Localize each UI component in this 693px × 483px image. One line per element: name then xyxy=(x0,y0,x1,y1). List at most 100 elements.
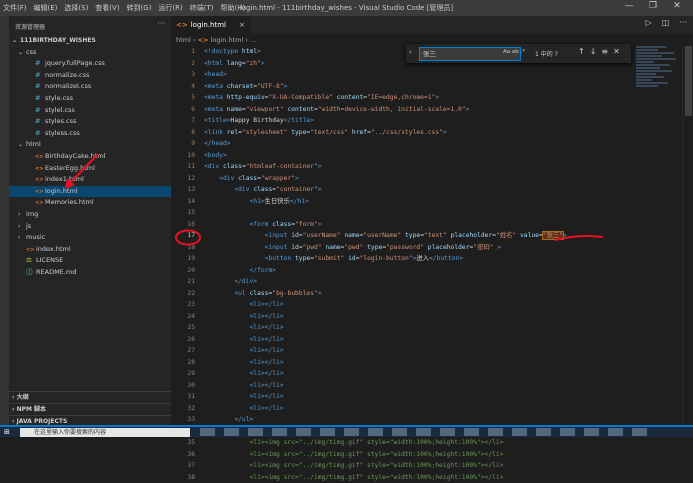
tree-item[interactable]: #normalize.css xyxy=(9,70,171,82)
next-match-icon[interactable]: ↓ xyxy=(590,47,597,56)
code-line: <li></li> xyxy=(204,322,624,334)
breadcrumb-tail[interactable]: › ... xyxy=(245,36,256,44)
start-icon[interactable]: ⊞ xyxy=(4,428,10,436)
taskbar-app-icon[interactable] xyxy=(392,428,407,436)
tree-item[interactable]: #normalizel.css xyxy=(9,81,171,93)
code-token: <html xyxy=(204,60,227,67)
outline-label: 大纲 xyxy=(17,394,29,401)
tree-item[interactable]: #styless.css xyxy=(9,128,171,140)
tab-login-html[interactable]: <>login.html × xyxy=(171,16,251,34)
taskbar-app-icon[interactable] xyxy=(248,428,263,436)
close-window-button[interactable]: ✕ xyxy=(665,1,689,11)
code-token: <meta xyxy=(204,106,227,113)
find-options[interactable]: Aa ab .* xyxy=(503,49,525,55)
taskbar-app-icon[interactable] xyxy=(488,428,503,436)
code-line: <body> xyxy=(204,150,624,162)
find-in-selection-icon[interactable]: ≡ xyxy=(601,47,608,56)
chevron-right-icon: › xyxy=(18,209,26,221)
tree-item[interactable]: <>Memories.html xyxy=(9,197,171,209)
code-token: href xyxy=(352,129,367,136)
taskbar-app-icon[interactable] xyxy=(560,428,575,436)
code-token: <input xyxy=(265,232,292,239)
toggle-replace-icon[interactable]: › xyxy=(409,48,412,56)
tree-item[interactable]: #jquery.fullPage.css xyxy=(9,58,171,70)
code-token: <li></li> xyxy=(250,393,284,400)
taskbar-app-icon[interactable] xyxy=(344,428,359,436)
more-actions-icon[interactable]: ··· xyxy=(679,18,687,27)
line-number: 20 xyxy=(171,265,195,277)
npm-scripts-section[interactable]: › NPM 脚本 xyxy=(9,403,174,415)
code-line: <meta charset="UTF-8"> xyxy=(204,81,624,93)
workspace-root[interactable]: ⌄111BIRTHDAY_WISHES xyxy=(9,35,171,47)
minimap[interactable] xyxy=(636,46,681,106)
taskbar-app-icon[interactable] xyxy=(224,428,239,436)
minimize-button[interactable]: — xyxy=(617,1,641,11)
taskbar-app-icon[interactable] xyxy=(632,428,647,436)
line-number: 12 xyxy=(171,173,195,185)
tree-item-label: README.md xyxy=(36,268,76,276)
tree-item[interactable]: ›img xyxy=(9,209,171,221)
tree-item[interactable]: ⚖LICENSE xyxy=(9,255,171,267)
line-17-annotation-circle xyxy=(174,229,202,246)
line-number: 25 xyxy=(171,322,195,334)
line-number: 33 xyxy=(171,414,195,426)
code-token xyxy=(204,359,250,366)
taskbar-app-icon[interactable] xyxy=(464,428,479,436)
run-icon[interactable]: ▷ xyxy=(646,18,652,27)
taskbar-search[interactable]: 在这里输入你要搜索的内容 xyxy=(20,428,190,437)
tree-item[interactable]: ⌄css xyxy=(9,47,171,59)
breadcrumb-file[interactable]: login.html xyxy=(211,36,244,44)
outline-section[interactable]: › 大纲 xyxy=(9,391,174,403)
taskbar-app-icon[interactable] xyxy=(536,428,551,436)
taskbar-app-icon[interactable] xyxy=(320,428,335,436)
tree-item-label: style.css xyxy=(45,94,73,102)
code-token: <li><img src="../img/timg.gif" style="wi… xyxy=(250,474,504,481)
tree-item[interactable]: #stylel.css xyxy=(9,105,171,117)
taskbar-app-icon[interactable] xyxy=(512,428,527,436)
tree-item[interactable]: #styles.css xyxy=(9,116,171,128)
code-line: <li></li> xyxy=(204,357,624,369)
tree-item[interactable]: ⌄html xyxy=(9,139,171,151)
code-token: > xyxy=(257,48,261,55)
taskbar-app-icon[interactable] xyxy=(272,428,287,436)
code-text[interactable]: <!doctype html><html lang="zh"><head><me… xyxy=(204,46,624,483)
split-editor-icon[interactable]: ◫ xyxy=(662,18,670,27)
code-token: name xyxy=(227,106,242,113)
tree-item[interactable]: #style.css xyxy=(9,93,171,105)
taskbar-app-icon[interactable] xyxy=(296,428,311,436)
editor-actions: ▷ ◫ ··· xyxy=(636,18,687,27)
tree-item-label: jquery.fullPage.css xyxy=(45,59,105,67)
breadcrumb-folder[interactable]: html xyxy=(176,36,191,44)
taskbar-app-icon[interactable] xyxy=(416,428,431,436)
code-token: > xyxy=(284,83,288,90)
taskbar-app-icon[interactable] xyxy=(584,428,599,436)
css-file-icon: # xyxy=(35,116,45,128)
taskbar-app-icon[interactable] xyxy=(608,428,623,436)
tree-item[interactable]: ›js xyxy=(9,221,171,233)
taskbar-app-icon[interactable] xyxy=(200,428,215,436)
taskbar-app-icon[interactable] xyxy=(440,428,455,436)
explorer-more-icon[interactable]: ··· xyxy=(157,19,165,28)
code-token xyxy=(204,186,234,193)
tab-close-icon[interactable]: × xyxy=(239,16,245,34)
npm-scripts-label: NPM 脚本 xyxy=(17,406,46,413)
vertical-scrollbar[interactable] xyxy=(682,46,693,427)
tree-item[interactable]: ⓘREADME.md xyxy=(9,267,171,279)
line-number: 36 xyxy=(171,449,195,461)
code-token: "text" xyxy=(424,232,447,239)
code-token: <li></li> xyxy=(250,313,284,320)
tree-item[interactable]: ›music xyxy=(9,232,171,244)
code-line: <li><img src="../img/timg.gif" style="wi… xyxy=(204,437,624,449)
close-find-icon[interactable]: ✕ xyxy=(613,47,620,56)
previous-match-icon[interactable]: ↑ xyxy=(578,47,585,56)
code-token: rel xyxy=(227,129,238,136)
scrollbar-thumb[interactable] xyxy=(685,46,692,116)
restore-button[interactable]: ❐ xyxy=(641,1,665,11)
code-token: > xyxy=(318,163,322,170)
code-token xyxy=(204,278,234,285)
tree-item[interactable]: <>index.html xyxy=(9,244,171,256)
breadcrumb-sep: › xyxy=(193,36,196,44)
tree-item-label: styles.css xyxy=(45,117,76,125)
tree-item-label: LICENSE xyxy=(36,256,63,264)
taskbar-app-icon[interactable] xyxy=(368,428,383,436)
